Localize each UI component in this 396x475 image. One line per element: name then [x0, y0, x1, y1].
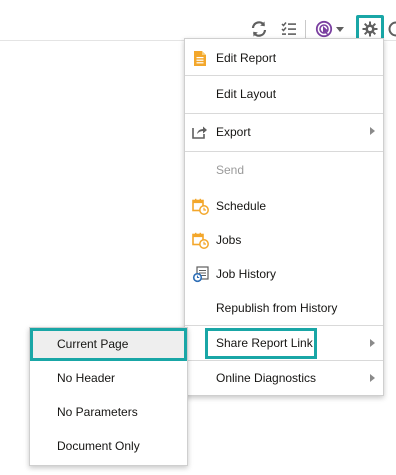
help-button[interactable]	[388, 16, 396, 42]
bi-catalog-icon	[315, 20, 332, 38]
menu-item-edit-layout[interactable]: Edit Layout	[185, 76, 383, 113]
submenu-item-no-header[interactable]: No Header	[30, 361, 187, 395]
menu-item-label: Share Report Link	[216, 336, 313, 350]
menu-item-label: Republish from History	[216, 301, 338, 315]
submenu-item-current-page[interactable]: Current Page	[30, 328, 187, 361]
document-edit-icon	[191, 49, 209, 67]
menu-item-share-report-link[interactable]: Share Report Link	[185, 326, 383, 360]
share-report-link-submenu: Current Page No Header No Parameters Doc…	[29, 327, 188, 466]
menu-item-online-diagnostics[interactable]: Online Diagnostics	[185, 361, 383, 395]
export-icon	[191, 122, 209, 140]
chevron-down-icon	[335, 26, 344, 32]
calendar-clock-icon	[191, 197, 209, 215]
gear-icon	[362, 21, 378, 37]
menu-item-label: Jobs	[216, 233, 242, 247]
menu-item-label: Edit Report	[216, 51, 277, 65]
submenu-item-label: Current Page	[57, 337, 129, 351]
menu-item-label: Job History	[216, 267, 277, 281]
menu-item-republish-from-history[interactable]: Republish from History	[185, 291, 383, 325]
chevron-right-icon	[370, 374, 375, 382]
menu-item-label: Schedule	[216, 199, 267, 213]
screen: Edit Report Edit Layout Export Send Sche…	[0, 0, 396, 475]
submenu-item-document-only[interactable]: Document Only	[30, 429, 187, 463]
menu-item-schedule[interactable]: Schedule	[185, 189, 383, 223]
toolbar	[0, 0, 396, 43]
menu-item-label: Send	[216, 163, 245, 177]
submenu-item-label: No Parameters	[57, 405, 138, 419]
menu-item-label: Online Diagnostics	[216, 371, 317, 385]
submenu-item-label: No Header	[57, 371, 116, 385]
job-history-icon	[191, 265, 209, 283]
calendar-clock-icon	[191, 231, 209, 249]
menu-item-jobs[interactable]: Jobs	[185, 223, 383, 257]
toolbar-divider	[305, 20, 306, 38]
menu-item-send: Send	[185, 152, 383, 189]
help-icon	[388, 21, 396, 37]
submenu-item-label: Document Only	[57, 439, 140, 453]
refresh-icon	[251, 21, 267, 37]
menu-item-export[interactable]: Export	[185, 114, 383, 151]
menu-item-label: Edit Layout	[216, 87, 277, 101]
submenu-item-no-parameters[interactable]: No Parameters	[30, 395, 187, 429]
chevron-right-icon	[370, 339, 375, 347]
chevron-right-icon	[370, 127, 375, 135]
menu-item-label: Export	[216, 125, 251, 139]
settings-menu: Edit Report Edit Layout Export Send Sche…	[184, 38, 384, 396]
menu-item-job-history[interactable]: Job History	[185, 257, 383, 291]
checklist-icon	[281, 22, 296, 35]
menu-item-edit-report[interactable]: Edit Report	[185, 41, 383, 75]
